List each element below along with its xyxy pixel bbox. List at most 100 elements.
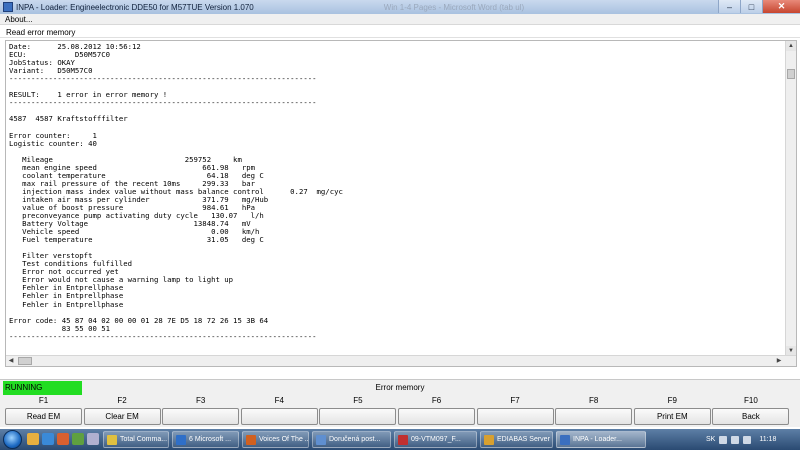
browser-icon[interactable] xyxy=(42,433,54,445)
text-line: Error counter: 1 xyxy=(9,130,97,140)
media-icon xyxy=(246,434,256,445)
text-line: ----------------------------------------… xyxy=(9,331,317,341)
window-controls: – □ ✕ xyxy=(718,0,800,14)
taskbar-button[interactable]: 6 Microsoft ... xyxy=(172,431,239,448)
fkey-button-f9[interactable]: Print EM xyxy=(633,408,711,425)
fkey-label: F5 xyxy=(353,396,363,405)
fkey-label: F4 xyxy=(274,396,284,405)
text-line: 4587 4587 Kraftstofffilter xyxy=(9,114,128,124)
network-icon[interactable] xyxy=(731,435,740,444)
volume-icon[interactable] xyxy=(743,435,752,444)
start-button[interactable] xyxy=(3,430,22,449)
fkey-button-f4[interactable] xyxy=(240,408,318,425)
status-row: RUNNING Error memory xyxy=(0,379,800,395)
text-line xyxy=(9,341,784,349)
text-line: Error would not cause a warning lamp to … xyxy=(9,275,234,285)
fkey-label: F7 xyxy=(510,396,520,405)
fkey-f3: F3 xyxy=(161,395,240,427)
text-line: Logistic counter: 40 xyxy=(9,138,97,148)
fkey-f8: F8 xyxy=(554,395,633,427)
text-line: ----------------------------------------… xyxy=(9,74,317,84)
pdf-icon xyxy=(398,434,408,445)
taskbar-button[interactable]: EDIABAS Server xyxy=(480,431,553,448)
text-line: Fehler in Entprellphase xyxy=(9,299,124,309)
text-line: Fuel temperature 31.05 deg C xyxy=(9,235,264,245)
text-line xyxy=(9,123,784,131)
show-desktop-icon[interactable] xyxy=(87,433,99,445)
maximize-button[interactable]: □ xyxy=(740,0,762,13)
taskbar: Total Comma... 6 Microsoft ... Voices Of T… xyxy=(0,429,800,450)
total-commander-icon xyxy=(107,434,117,445)
text-line: Fehler in Entprellphase xyxy=(9,291,124,301)
fkey-label: F8 xyxy=(589,396,599,405)
background-window-title: Win 1-4 Pages - Microsoft Word (tab ul) xyxy=(383,2,525,12)
minimize-button[interactable]: – xyxy=(718,0,740,13)
menu-about[interactable]: About... xyxy=(5,14,33,25)
fkey-button-f8[interactable] xyxy=(555,408,633,425)
word-icon xyxy=(176,434,186,445)
fkey-button-f5[interactable] xyxy=(319,408,397,425)
fkey-button-f7[interactable] xyxy=(476,408,554,425)
fkey-button-f1[interactable]: Read EM xyxy=(5,408,82,425)
text-line: Date: 25.08.2012 10:56:12 xyxy=(9,43,141,51)
inpa-icon xyxy=(560,434,570,445)
taskbar-button-label: 09-VTM097_F... xyxy=(411,436,461,443)
fkey-f10: F10 Back xyxy=(711,395,790,427)
language-indicator[interactable]: SK xyxy=(706,436,715,443)
app-icon xyxy=(3,2,13,12)
vertical-scrollbar[interactable]: ▲ ▼ xyxy=(785,41,796,356)
section-header: Read error memory xyxy=(0,27,800,38)
taskbar-button[interactable]: INPA - Loader... xyxy=(556,431,646,448)
taskbar-button[interactable]: Total Comma... xyxy=(103,431,169,448)
mail-icon xyxy=(316,434,326,445)
fkey-button-f2[interactable]: Clear EM xyxy=(83,408,161,425)
scroll-up-icon[interactable]: ▲ xyxy=(786,41,796,51)
fkey-f5: F5 xyxy=(318,395,397,427)
error-memory-text: Date: 25.08.2012 10:56:12 ECU: D50M57C0 Jo… xyxy=(9,43,784,367)
fkey-f1: F1 Read EM xyxy=(4,395,83,427)
fkey-f2: F2 Clear EM xyxy=(83,395,162,427)
text-line: Fehler in Entprellphase xyxy=(9,283,124,293)
menu-bar: About... xyxy=(0,14,800,25)
title-bar: INPA - Loader: Engineelectronic DDE50 fo… xyxy=(0,0,800,14)
text-line: Error code: 45 87 04 02 00 00 01 28 7E D… xyxy=(9,315,269,325)
fkey-f9: F9 Print EM xyxy=(633,395,712,427)
taskbar-button-label: INPA - Loader... xyxy=(573,436,622,443)
quick-launch-icon[interactable] xyxy=(72,433,84,445)
fkey-f4: F4 xyxy=(240,395,319,427)
text-line: ECU: D50M57C0 xyxy=(9,50,111,60)
status-running: RUNNING xyxy=(3,381,82,395)
explorer-icon[interactable] xyxy=(27,433,39,445)
taskbar-button-label: EDIABAS Server xyxy=(497,436,550,443)
taskbar-button-label: Total Comma... xyxy=(120,436,168,443)
scroll-left-icon[interactable]: ◀ xyxy=(6,356,16,366)
media-player-icon[interactable] xyxy=(57,433,69,445)
text-line: ----------------------------------------… xyxy=(9,98,317,108)
fkey-button-f3[interactable] xyxy=(162,408,240,425)
fkey-f6: F6 xyxy=(397,395,476,427)
error-memory-panel: Date: 25.08.2012 10:56:12 ECU: D50M57C0 Jo… xyxy=(5,40,797,367)
ediabas-icon xyxy=(484,434,494,445)
function-key-bar: F1 Read EM F2 Clear EM F3 F4 F5 F6 F7 F8 F9 Print E… xyxy=(0,395,800,427)
scroll-right-icon[interactable]: ▶ xyxy=(774,356,784,366)
fkey-button-f10[interactable]: Back xyxy=(712,408,790,425)
horizontal-scrollbar[interactable]: ◀ ▶ xyxy=(6,355,796,366)
fkey-label: F9 xyxy=(667,396,677,405)
clock[interactable]: 11:18 xyxy=(759,436,776,443)
taskbar-button[interactable]: Voices Of The ... xyxy=(242,431,309,448)
taskbar-button-label: Doručená post... xyxy=(329,436,381,443)
horizontal-scroll-thumb[interactable] xyxy=(18,357,32,365)
fkey-label: F2 xyxy=(117,396,127,405)
tray-arrow-icon[interactable] xyxy=(719,435,728,444)
system-tray: SK 11:18 xyxy=(700,429,800,450)
fkey-label: F10 xyxy=(743,396,758,405)
fkey-label: F1 xyxy=(38,396,49,405)
text-line: Test conditions fulfilled xyxy=(9,259,133,269)
taskbar-button[interactable]: Doručená post... xyxy=(312,431,391,448)
fkey-f7: F7 xyxy=(476,395,555,427)
taskbar-button[interactable]: 09-VTM097_F... xyxy=(394,431,477,448)
vertical-scroll-thumb[interactable] xyxy=(787,69,795,79)
close-button[interactable]: ✕ xyxy=(762,0,800,13)
fkey-label: F3 xyxy=(196,396,206,405)
fkey-button-f6[interactable] xyxy=(398,408,475,425)
